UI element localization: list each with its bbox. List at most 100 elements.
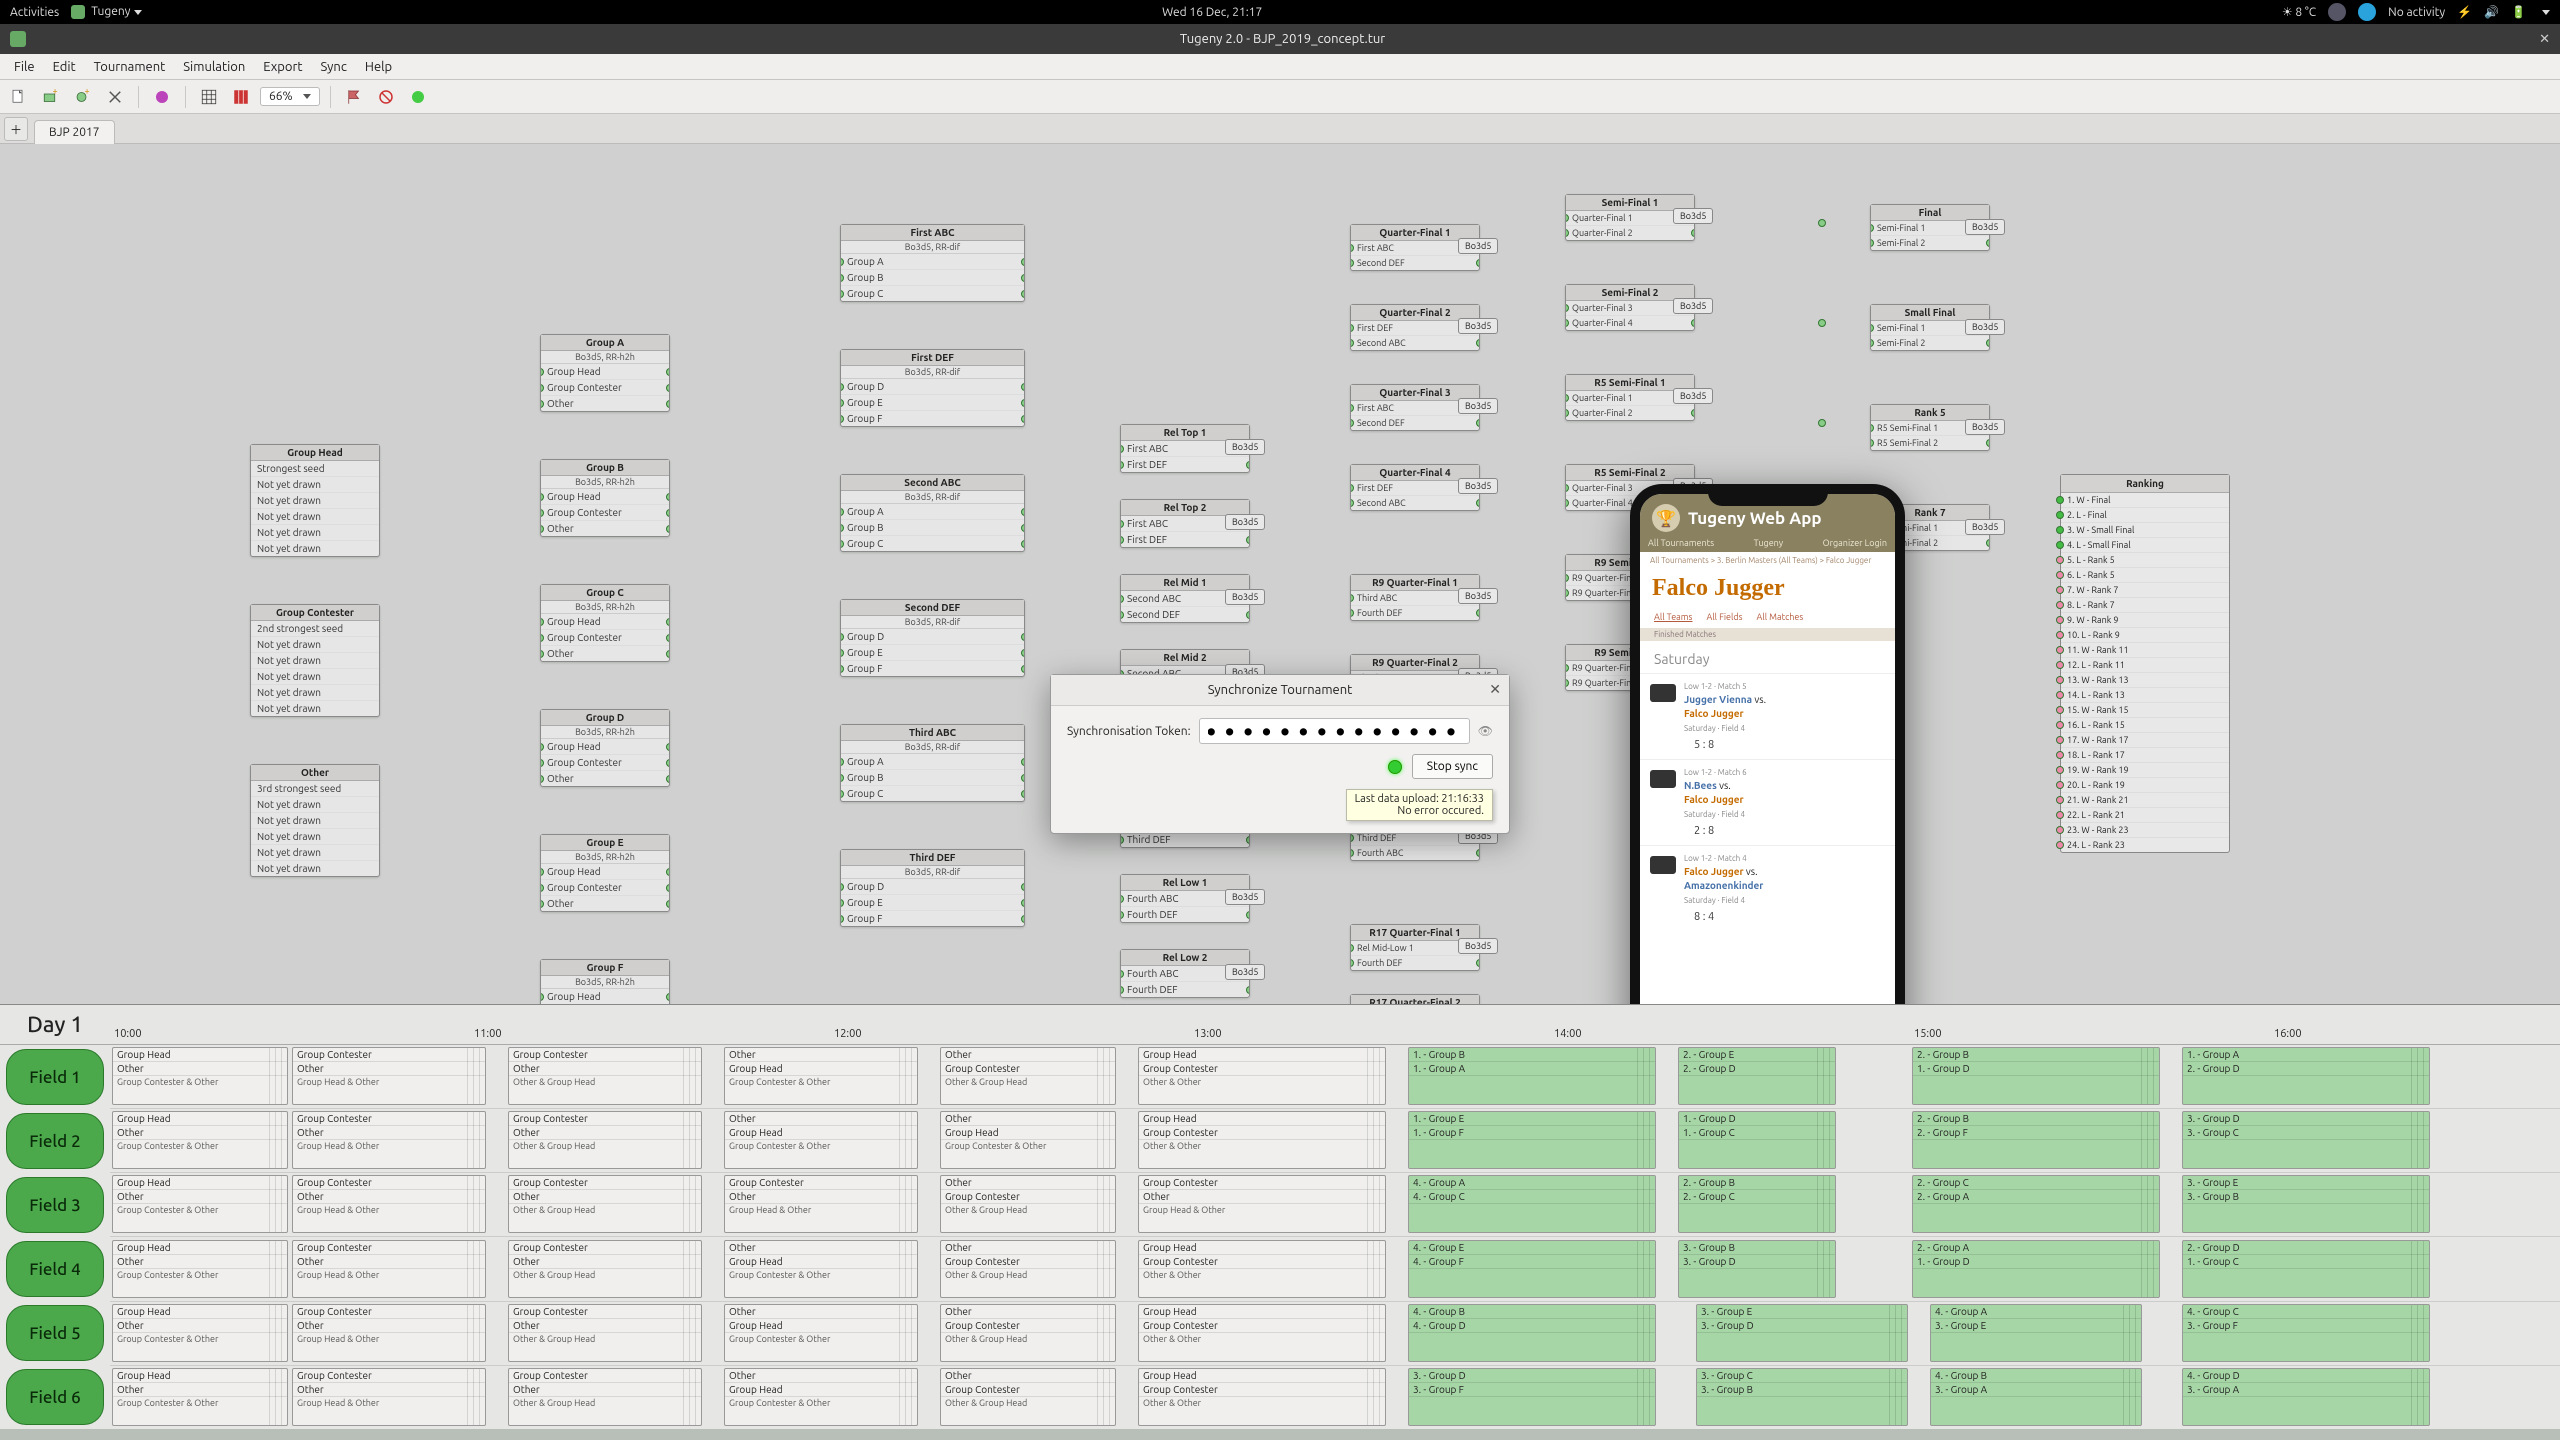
- schedule-slot[interactable]: 3. - Group E3. - Group D: [1696, 1304, 1908, 1362]
- node-r17qf-1[interactable]: R17 Quarter-Final 2Rel Mid-Low 2Fourth A…: [1350, 994, 1480, 1004]
- node-bracket-4[interactable]: Third ABCBo3d5, RR-difGroup AGroup BGrou…: [840, 724, 1025, 802]
- schedule-slot[interactable]: Group ContesterOtherGroup Head & Other: [1138, 1175, 1386, 1233]
- schedule-slot[interactable]: 2. - Group B1. - Group D: [1912, 1047, 2160, 1105]
- field-3[interactable]: Field 3: [6, 1177, 104, 1233]
- node-group-c[interactable]: Group CBo3d5, RR-h2hGroup HeadGroup Cont…: [540, 584, 670, 662]
- schedule-slot[interactable]: Group ContesterOtherGroup Head & Other: [292, 1304, 486, 1362]
- telegram-icon[interactable]: [2358, 3, 2376, 21]
- eye-icon[interactable]: 👁: [1478, 724, 1493, 738]
- phone-tab-login[interactable]: Organizer Login: [1823, 538, 1887, 548]
- field-2[interactable]: Field 2: [6, 1113, 104, 1169]
- schedule-slot[interactable]: 4. - Group D3. - Group A: [2182, 1368, 2430, 1426]
- schedule-slot[interactable]: 1. - Group A2. - Group D: [2182, 1047, 2430, 1105]
- schedule-slot[interactable]: 2. - Group E2. - Group D: [1678, 1047, 1836, 1105]
- tool-forbid-icon[interactable]: [373, 84, 399, 110]
- schedule-slot[interactable]: OtherGroup HeadGroup Contester & Other: [724, 1047, 918, 1105]
- schedule-slot[interactable]: 1. - Group D1. - Group C: [1678, 1111, 1836, 1169]
- node-bracket-1[interactable]: First DEFBo3d5, RR-difGroup DGroup EGrou…: [840, 349, 1025, 427]
- schedule-slot[interactable]: 1. - Group E1. - Group F: [1408, 1111, 1656, 1169]
- menu-help[interactable]: Help: [357, 57, 400, 77]
- schedule-slot[interactable]: OtherGroup HeadGroup Contester & Other: [724, 1304, 918, 1362]
- schedule-slot[interactable]: 4. - Group E4. - Group F: [1408, 1240, 1656, 1298]
- schedule-slot[interactable]: Group ContesterOtherOther & Group Head: [508, 1368, 702, 1426]
- phone-match[interactable]: Low 1-2 · Match 5 Jugger Vienna vs.Falco…: [1640, 673, 1895, 759]
- schedule-slot[interactable]: OtherGroup HeadGroup Contester & Other: [724, 1368, 918, 1426]
- phone-match[interactable]: Low 1-2 · Match 4 Falco Jugger vs.Amazon…: [1640, 845, 1895, 931]
- schedule-slot[interactable]: Group HeadGroup ContesterOther & Other: [1138, 1047, 1386, 1105]
- weather[interactable]: ☀ 8 °C: [2282, 5, 2316, 19]
- node-group-f[interactable]: Group FBo3d5, RR-h2hGroup HeadGroup Cont…: [540, 959, 670, 1004]
- schedule-slot[interactable]: Group ContesterOtherGroup Head & Other: [292, 1368, 486, 1426]
- schedule-slot[interactable]: Group HeadGroup ContesterOther & Other: [1138, 1111, 1386, 1169]
- node-ranking[interactable]: Ranking 1. W - Final2. L - Final3. W - S…: [2060, 474, 2230, 853]
- schedule-slot[interactable]: Group ContesterOtherGroup Head & Other: [292, 1240, 486, 1298]
- field-5[interactable]: Field 5: [6, 1305, 104, 1361]
- schedule-slot[interactable]: Group HeadOtherGroup Contester & Other: [112, 1368, 288, 1426]
- menu-edit[interactable]: Edit: [45, 57, 84, 77]
- node-bracket-0[interactable]: First ABCBo3d5, RR-difGroup AGroup BGrou…: [840, 224, 1025, 302]
- node-bracket-3[interactable]: Second DEFBo3d5, RR-difGroup DGroup EGro…: [840, 599, 1025, 677]
- schedule-slot[interactable]: Group HeadGroup ContesterOther & Other: [1138, 1368, 1386, 1426]
- token-input[interactable]: [1199, 718, 1470, 744]
- node-group-e[interactable]: Group EBo3d5, RR-h2hGroup HeadGroup Cont…: [540, 834, 670, 912]
- activities-button[interactable]: Activities: [10, 6, 59, 19]
- schedule-slot[interactable]: Group ContesterOtherGroup Head & Other: [292, 1175, 486, 1233]
- node-group-a[interactable]: Group ABo3d5, RR-h2hGroup HeadGroup Cont…: [540, 334, 670, 412]
- node-bracket-5[interactable]: Third DEFBo3d5, RR-difGroup DGroup EGrou…: [840, 849, 1025, 927]
- schedule-slot[interactable]: 2. - Group A1. - Group D: [1912, 1240, 2160, 1298]
- node-bracket-2[interactable]: Second ABCBo3d5, RR-difGroup AGroup BGro…: [840, 474, 1025, 552]
- schedule-slot[interactable]: 4. - Group A3. - Group E: [1930, 1304, 2142, 1362]
- field-6[interactable]: Field 6: [6, 1369, 104, 1425]
- schedule-slot[interactable]: 2. - Group B2. - Group C: [1678, 1175, 1836, 1233]
- schedule-slot[interactable]: 2. - Group C2. - Group A: [1912, 1175, 2160, 1233]
- schedule-slot[interactable]: Group HeadOtherGroup Contester & Other: [112, 1111, 288, 1169]
- schedule-slot[interactable]: Group HeadOtherGroup Contester & Other: [112, 1175, 288, 1233]
- schedule-slot[interactable]: 3. - Group C3. - Group B: [1696, 1368, 1908, 1426]
- schedule-slot[interactable]: 4. - Group A4. - Group C: [1408, 1175, 1656, 1233]
- tool-add-group-icon[interactable]: +: [38, 84, 64, 110]
- schedule-slot[interactable]: Group ContesterOtherGroup Head & Other: [724, 1175, 918, 1233]
- app-menu[interactable]: Tugeny: [71, 5, 142, 19]
- menu-file[interactable]: File: [6, 57, 43, 77]
- node-group-d[interactable]: Group DBo3d5, RR-h2hGroup HeadGroup Cont…: [540, 709, 670, 787]
- schedule-slot[interactable]: Group HeadGroup ContesterOther & Other: [1138, 1240, 1386, 1298]
- schedule-slot[interactable]: 3. - Group D3. - Group C: [2182, 1111, 2430, 1169]
- schedule-slot[interactable]: Group ContesterOtherOther & Group Head: [508, 1175, 702, 1233]
- field-1[interactable]: Field 1: [6, 1049, 104, 1105]
- schedule-slot[interactable]: OtherGroup HeadGroup Contester & Other: [724, 1111, 918, 1169]
- schedule-slot[interactable]: Group HeadOtherGroup Contester & Other: [112, 1047, 288, 1105]
- schedule-slot[interactable]: OtherGroup ContesterOther & Group Head: [940, 1175, 1116, 1233]
- stop-sync-button[interactable]: Stop sync: [1412, 754, 1493, 779]
- tool-grid2-icon[interactable]: [228, 84, 254, 110]
- discord-icon[interactable]: [2328, 3, 2346, 21]
- schedule-slot[interactable]: Group ContesterOtherOther & Group Head: [508, 1111, 702, 1169]
- node-group-b[interactable]: Group BBo3d5, RR-h2hGroup HeadGroup Cont…: [540, 459, 670, 537]
- node-other[interactable]: Other 3rd strongest seed Not yet drawn N…: [250, 764, 380, 877]
- phone-subtab-fields[interactable]: All Fields: [1706, 612, 1742, 622]
- tool-add-team-icon[interactable]: +: [70, 84, 96, 110]
- schedule-slot[interactable]: OtherGroup ContesterOther & Group Head: [940, 1047, 1116, 1105]
- menu-simulation[interactable]: Simulation: [175, 57, 253, 77]
- schedule-slot[interactable]: OtherGroup HeadGroup Contester & Other: [940, 1111, 1116, 1169]
- schedule-slot[interactable]: Group ContesterOtherGroup Head & Other: [292, 1047, 486, 1105]
- phone-breadcrumb[interactable]: All Tournaments > 3. Berlin Masters (All…: [1640, 552, 1895, 569]
- schedule-slot[interactable]: 3. - Group B3. - Group D: [1678, 1240, 1836, 1298]
- battery-icon[interactable]: 🔋: [2511, 5, 2526, 19]
- phone-subtab-teams[interactable]: All Teams: [1654, 612, 1692, 622]
- phone-subtab-matches[interactable]: All Matches: [1757, 612, 1804, 622]
- schedule-slot[interactable]: OtherGroup ContesterOther & Group Head: [940, 1240, 1116, 1298]
- schedule-slot[interactable]: 2. - Group D1. - Group C: [2182, 1240, 2430, 1298]
- tool-color-icon[interactable]: [149, 84, 175, 110]
- schedule-slot[interactable]: 4. - Group C3. - Group F: [2182, 1304, 2430, 1362]
- schedule-slot[interactable]: 3. - Group E3. - Group B: [2182, 1175, 2430, 1233]
- phone-tab-all-tournaments[interactable]: All Tournaments: [1648, 538, 1714, 548]
- dialog-close-icon[interactable]: ✕: [1489, 681, 1501, 698]
- tab-bjp2017[interactable]: BJP 2017: [34, 120, 115, 144]
- tool-flag-icon[interactable]: [341, 84, 367, 110]
- schedule-slot[interactable]: OtherGroup ContesterOther & Group Head: [940, 1368, 1116, 1426]
- schedule-slot[interactable]: 2. - Group B2. - Group F: [1912, 1111, 2160, 1169]
- schedule-slot[interactable]: OtherGroup ContesterOther & Group Head: [940, 1304, 1116, 1362]
- schedule-slot[interactable]: OtherGroup HeadGroup Contester & Other: [724, 1240, 918, 1298]
- tool-new-icon[interactable]: [6, 84, 32, 110]
- schedule-slot[interactable]: Group HeadGroup ContesterOther & Other: [1138, 1304, 1386, 1362]
